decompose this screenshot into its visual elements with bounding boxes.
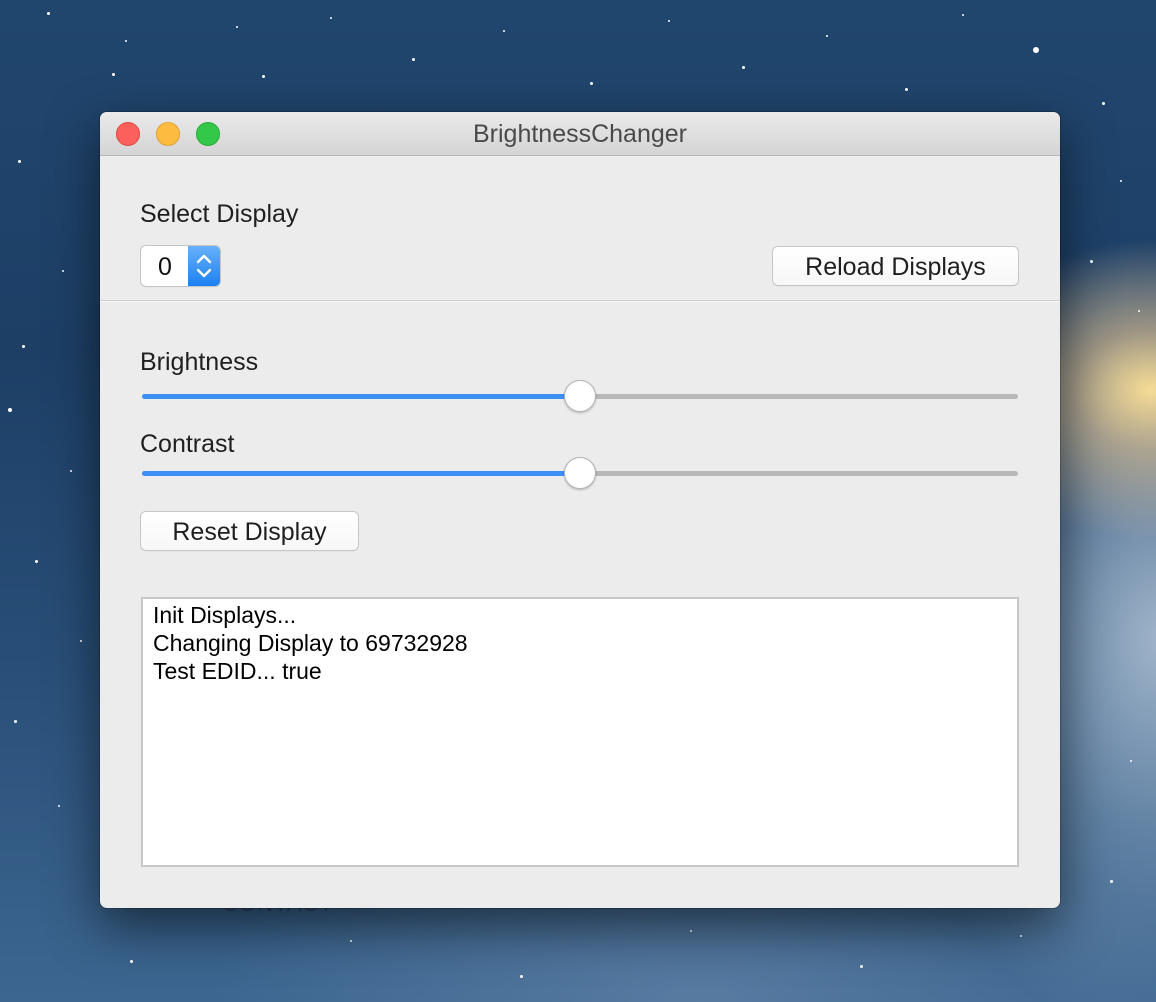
star: [112, 73, 115, 76]
star: [62, 270, 64, 272]
select-display-label: Select Display: [140, 200, 299, 228]
star: [1020, 935, 1022, 937]
star: [262, 75, 265, 78]
stepper-arrows[interactable]: [188, 246, 220, 286]
separator: [100, 300, 1060, 302]
star: [330, 17, 332, 19]
star: [520, 975, 523, 978]
slider-fill: [142, 394, 580, 399]
log-line: Init Displays...: [153, 602, 297, 628]
star: [1110, 880, 1113, 883]
star: [125, 40, 127, 42]
star: [8, 408, 12, 412]
star: [860, 965, 863, 968]
chevron-up-down-icon: [196, 254, 212, 278]
star: [58, 805, 60, 807]
star: [826, 35, 828, 37]
display-stepper[interactable]: 0: [141, 246, 220, 286]
star: [1130, 760, 1132, 762]
star: [668, 20, 670, 22]
star: [1138, 310, 1140, 312]
brightness-slider[interactable]: [142, 379, 1018, 413]
star: [35, 560, 38, 563]
log-text-view[interactable]: Init Displays... Changing Display to 697…: [141, 597, 1019, 867]
star: [503, 30, 505, 32]
star: [47, 12, 50, 15]
brightness-label: Brightness: [140, 348, 259, 376]
display-stepper-value[interactable]: 0: [141, 246, 189, 286]
app-window: BrightnessChanger Select Display 0 Reloa…: [100, 112, 1060, 908]
log-line: Changing Display to 69732928: [153, 630, 468, 656]
star: [412, 58, 415, 61]
star: [14, 720, 17, 723]
star: [1033, 47, 1039, 53]
reset-display-button[interactable]: Reset Display: [141, 512, 358, 550]
star: [18, 160, 21, 163]
star: [130, 960, 133, 963]
star: [80, 640, 82, 642]
star: [22, 345, 25, 348]
star: [1120, 180, 1122, 182]
star: [1090, 260, 1093, 263]
star: [742, 66, 745, 69]
star: [70, 470, 72, 472]
contrast-label: Contrast: [140, 430, 235, 458]
slider-fill: [142, 471, 580, 476]
log-line: Test EDID... true: [153, 658, 322, 684]
title-bar[interactable]: BrightnessChanger: [100, 112, 1060, 156]
contrast-slider[interactable]: [142, 456, 1018, 490]
window-title: BrightnessChanger: [472, 120, 687, 148]
reload-displays-button[interactable]: Reload Displays: [773, 247, 1018, 285]
star: [236, 26, 238, 28]
slider-knob[interactable]: [564, 457, 596, 489]
star: [905, 88, 908, 91]
star: [590, 82, 593, 85]
star: [962, 14, 964, 16]
star: [690, 930, 692, 932]
slider-knob[interactable]: [564, 380, 596, 412]
star: [1102, 102, 1105, 105]
star: [350, 940, 352, 942]
